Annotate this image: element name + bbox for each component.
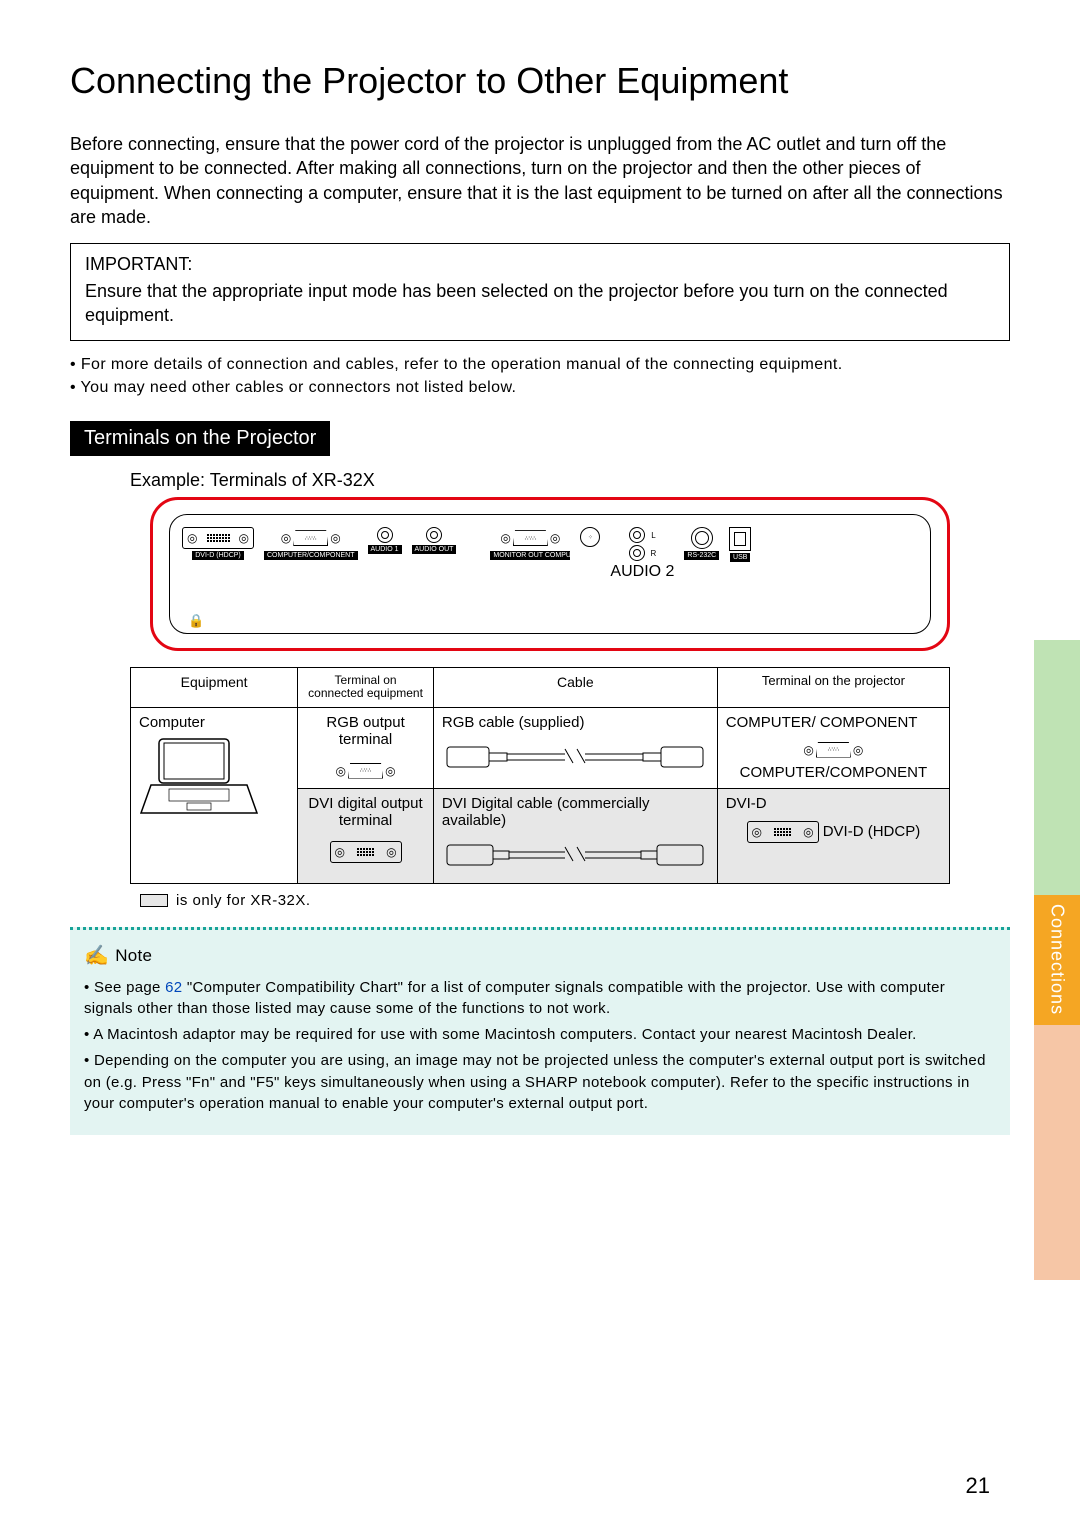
note-item-2: • A Macintosh adaptor may be required fo… bbox=[84, 1024, 996, 1046]
intro-paragraph: Before connecting, ensure that the power… bbox=[70, 132, 1010, 229]
rgb-cable-icon bbox=[445, 739, 705, 775]
monitorout-label: MONITOR OUT COMPUTER/COMPONENT bbox=[490, 551, 570, 560]
cell-term-proj-computer: COMPUTER/ COMPONENT ∴∵∴ COMPUTER/COMPONE… bbox=[717, 707, 949, 788]
note-item-3: • Depending on the computer you are usin… bbox=[84, 1050, 996, 1115]
note-item-1: • See page 62 "Computer Compatibility Ch… bbox=[84, 977, 996, 1021]
audioout-label: AUDIO OUT bbox=[412, 545, 457, 554]
th-cable: Cable bbox=[433, 668, 717, 707]
cell-cable-dvi: DVI Digital cable (commercially availabl… bbox=[433, 788, 717, 883]
th-term-equip: Terminal on connected equipment bbox=[298, 668, 434, 707]
important-box: IMPORTANT: Ensure that the appropriate i… bbox=[70, 243, 1010, 341]
page-number: 21 bbox=[966, 1473, 990, 1499]
bullet-2: • You may need other cables or connector… bbox=[70, 376, 1010, 399]
monitorout-port: ∴∵∴ MONITOR OUT COMPUTER/COMPONENT bbox=[490, 527, 570, 560]
rs232c-port: RS-232C bbox=[684, 527, 719, 560]
dvi-label: DVI-D (HDCP) bbox=[192, 551, 244, 560]
audioout-port: AUDIO OUT bbox=[412, 527, 457, 554]
pre-bullets: • For more details of connection and cab… bbox=[70, 353, 1010, 399]
table-footnote: is only for XR-32X. bbox=[140, 892, 1010, 909]
cell-term-equip-dvi: DVI digital output terminal bbox=[298, 788, 434, 883]
cell-equipment: Computer bbox=[131, 707, 298, 883]
usb-port: USB bbox=[729, 527, 751, 562]
bullet-1: • For more details of connection and cab… bbox=[70, 353, 1010, 376]
dvi-port: DVI-D (HDCP) bbox=[182, 527, 254, 560]
audio2-group: L R AUDIO 2 bbox=[610, 527, 674, 581]
audio2-label: AUDIO 2 bbox=[610, 563, 674, 581]
computer-label: COMPUTER/COMPONENT bbox=[264, 551, 358, 560]
lock-icon: 🔒 bbox=[188, 613, 204, 629]
cell-term-proj-dvi: DVI-D DVI-D (HDCP) bbox=[717, 788, 949, 883]
note-heading: ✍ Note bbox=[84, 942, 996, 971]
example-label: Example: Terminals of XR-32X bbox=[130, 470, 1010, 491]
cell-cable-rgb: RGB cable (supplied) bbox=[433, 707, 717, 788]
rs232c-label: RS-232C bbox=[684, 551, 719, 560]
audio1-port: AUDIO 1 bbox=[368, 527, 402, 554]
page-link[interactable]: 62 bbox=[165, 979, 182, 996]
connection-table: Equipment Terminal on connected equipmen… bbox=[130, 667, 950, 883]
usb-label: USB bbox=[730, 553, 750, 562]
table-row: Computer RGB output terminal ∴∵∴ RGB cab… bbox=[131, 707, 950, 788]
th-term-proj: Terminal on the projector bbox=[717, 668, 949, 707]
th-equipment: Equipment bbox=[131, 668, 298, 707]
page-title: Connecting the Projector to Other Equipm… bbox=[70, 60, 1010, 102]
cell-term-equip-rgb: RGB output terminal ∴∵∴ bbox=[298, 707, 434, 788]
laptop-icon bbox=[139, 731, 259, 821]
important-text: Ensure that the appropriate input mode h… bbox=[85, 279, 995, 328]
note-icon: ✍ bbox=[84, 942, 109, 971]
computer-port: ∴∵∴ COMPUTER/COMPONENT bbox=[264, 527, 358, 560]
important-label: IMPORTANT: bbox=[85, 254, 995, 275]
svideo-port: ⁘ bbox=[580, 527, 600, 547]
section-heading: Terminals on the Projector bbox=[70, 421, 330, 456]
note-box: ✍ Note • See page 62 "Computer Compatibi… bbox=[70, 927, 1010, 1136]
audio1-label: AUDIO 1 bbox=[368, 545, 402, 554]
dvi-cable-icon bbox=[445, 837, 705, 873]
terminals-diagram: DVI-D (HDCP) ∴∵∴ COMPUTER/COMPONENT AUDI… bbox=[150, 497, 950, 651]
